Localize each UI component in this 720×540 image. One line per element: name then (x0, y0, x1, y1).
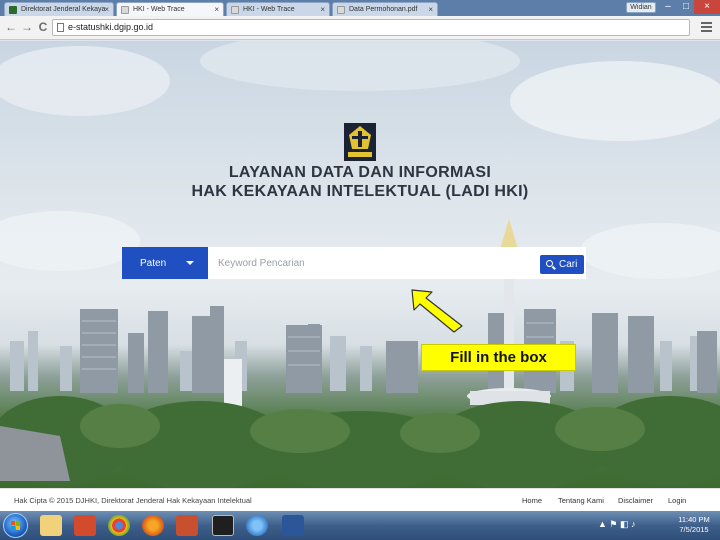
browser-tab-active[interactable]: HKI - Web Trace × (116, 2, 224, 16)
7zip-icon[interactable] (212, 515, 234, 536)
browser-tab-strip: Direktorat Jenderal Kekaya × HKI - Web T… (0, 0, 720, 16)
clock-time: 11:40 PM (678, 515, 710, 524)
close-window-icon[interactable]: × (694, 0, 720, 14)
footer-link-about[interactable]: Tentang Kami (558, 496, 604, 505)
tab-title: Direktorat Jenderal Kekaya (21, 6, 106, 13)
site-favicon-icon (9, 6, 17, 14)
menu-icon[interactable] (701, 22, 712, 34)
copyright-text: Hak Cipta © 2015 DJHKI, Direktorat Jende… (14, 496, 252, 505)
page-content: LAYANAN DATA DAN INFORMASI HAK KEKAYAAN … (0, 41, 720, 488)
search-bar: Paten Cari (122, 247, 586, 279)
media-player-icon[interactable] (74, 515, 96, 536)
internet-explorer-icon[interactable] (246, 515, 268, 536)
os-taskbar: ▲ ⚑ ◧ ♪ 11:40 PM 7/5/2015 (0, 511, 720, 540)
forward-icon[interactable]: → (20, 20, 34, 34)
close-tab-icon[interactable]: × (104, 3, 109, 16)
page-footer: Hak Cipta © 2015 DJHKI, Direktorat Jende… (0, 488, 720, 511)
powerpoint-icon[interactable] (176, 515, 198, 536)
caret-down-icon (186, 261, 194, 265)
page-favicon-icon (121, 6, 129, 14)
system-tray-icons[interactable]: ▲ ⚑ ◧ ♪ (598, 519, 635, 530)
category-dropdown[interactable]: Paten (122, 247, 208, 279)
reload-icon[interactable]: C (36, 20, 50, 34)
file-explorer-icon[interactable] (40, 515, 62, 536)
search-button-label: Cari (559, 259, 578, 270)
close-tab-icon[interactable]: × (214, 3, 219, 16)
close-tab-icon[interactable]: × (428, 3, 433, 16)
chrome-icon[interactable] (108, 515, 130, 536)
browser-tab[interactable]: Data Permohonan.pdf × (332, 2, 438, 16)
footer-link-home[interactable]: Home (522, 496, 542, 505)
windows-logo-icon (11, 521, 21, 531)
browser-tab[interactable]: HKI - Web Trace × (226, 2, 330, 16)
minimize-icon[interactable]: – (658, 0, 678, 14)
profile-badge[interactable]: Widian (626, 2, 656, 13)
tab-title: Data Permohonan.pdf (349, 6, 418, 13)
browser-toolbar: ← → C e-statushki.dgip.go.id (0, 16, 720, 40)
footer-link-login[interactable]: Login (668, 496, 686, 505)
search-icon (546, 260, 553, 267)
pointer-arrow-icon (411, 289, 463, 333)
close-tab-icon[interactable]: × (320, 3, 325, 16)
firefox-icon[interactable] (142, 515, 164, 536)
clock-date: 7/5/2015 (679, 525, 709, 534)
start-button[interactable] (3, 513, 28, 538)
maximize-icon[interactable]: □ (676, 0, 696, 14)
ministry-emblem-icon (344, 123, 376, 161)
instruction-callout: Fill in the box (421, 344, 576, 371)
keyword-search-input[interactable] (212, 248, 532, 278)
page-title-line2: HAK KEKAYAAN INTELEKTUAL (LADI HKI) (191, 183, 529, 200)
address-bar[interactable]: e-statushki.dgip.go.id (52, 19, 690, 36)
tab-title: HKI - Web Trace (243, 6, 295, 13)
footer-link-disclaimer[interactable]: Disclaimer (618, 496, 653, 505)
word-icon[interactable] (282, 515, 304, 536)
page-favicon-icon (231, 6, 239, 14)
url-text: e-statushki.dgip.go.id (68, 22, 154, 32)
page-icon (57, 23, 64, 32)
tab-title: HKI - Web Trace (133, 6, 185, 13)
category-selected-label: Paten (140, 258, 167, 269)
search-button[interactable]: Cari (540, 255, 584, 274)
pdf-favicon-icon (337, 6, 345, 14)
taskbar-clock[interactable]: 11:40 PM 7/5/2015 (672, 515, 716, 535)
browser-tab[interactable]: Direktorat Jenderal Kekaya × (4, 2, 114, 16)
back-icon[interactable]: ← (4, 20, 18, 34)
page-title-line1: LAYANAN DATA DAN INFORMASI (228, 164, 492, 181)
